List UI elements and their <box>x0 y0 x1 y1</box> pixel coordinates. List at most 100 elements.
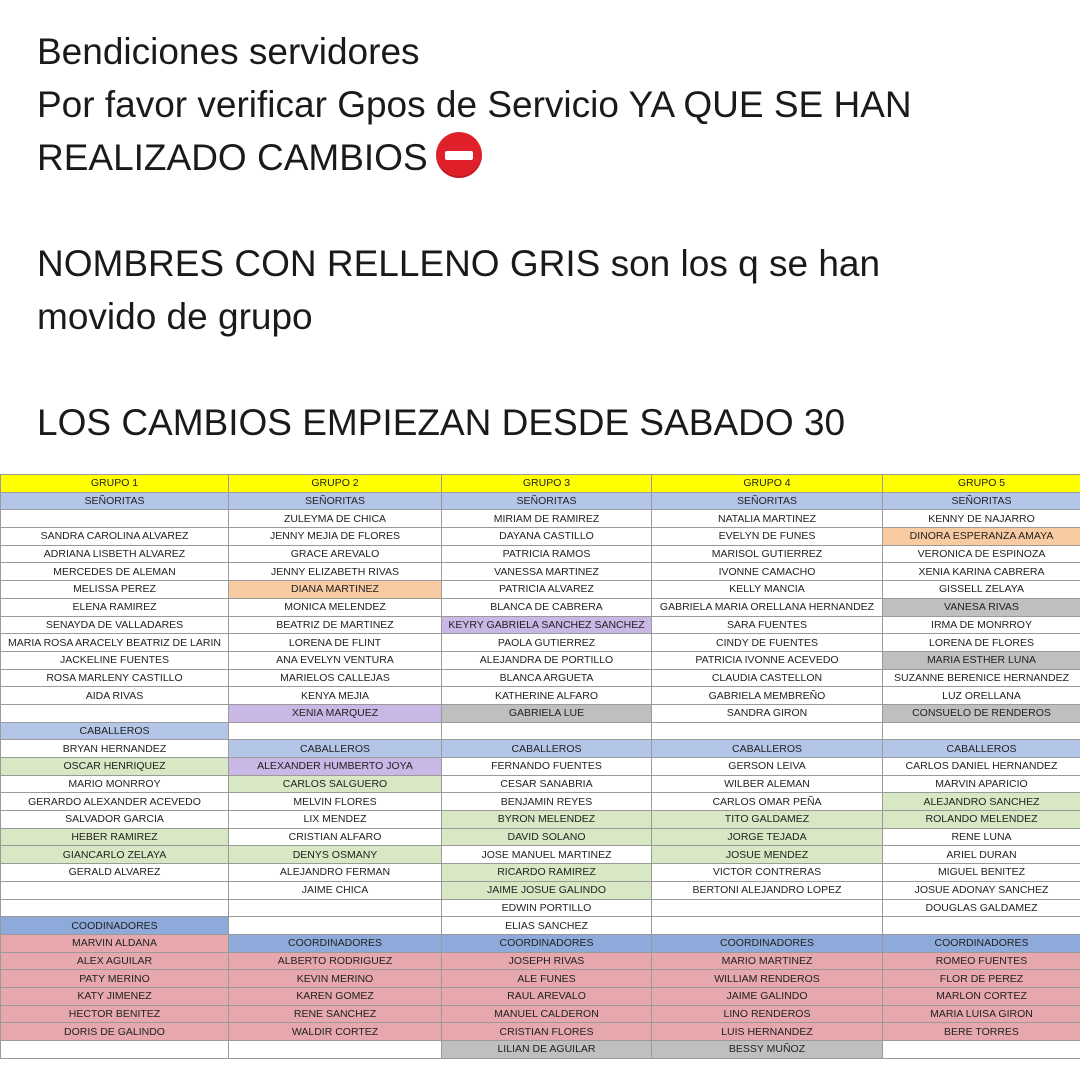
table-cell: MARVIN APARICIO <box>882 774 1080 794</box>
table-row: MERCEDES DE ALEMAN JENNY ELIZABETH RIVAS V… <box>0 562 1080 582</box>
no-entry-icon <box>435 132 482 178</box>
table-row: COODINADORES ELIAS SANCHEZ <box>0 916 1080 935</box>
table-cell <box>0 703 229 723</box>
table-cell: CARLOS SALGUERO <box>228 774 442 794</box>
table-cell: GABRIELA MEMBREÑO <box>651 686 883 705</box>
table-cell <box>0 509 229 529</box>
table-row: SEÑORITAS SEÑORITAS SEÑORITAS SEÑORITAS SEÑO… <box>0 491 1080 511</box>
table-cell: ROSA MARLENY CASTILLO <box>0 668 229 688</box>
table-cell: LORENA DE FLINT <box>228 633 442 652</box>
table-cell: JOSUE ADONAY SANCHEZ <box>882 880 1080 900</box>
table-cell: HEBER RAMIREZ <box>0 827 229 847</box>
table-cell: CONSUELO DE RENDEROS <box>882 703 1080 723</box>
table-cell: JAIME CHICA <box>228 880 442 900</box>
message-line-2: Por favor verificar Gpos de Servicio YA … <box>37 84 912 125</box>
table-cell: SUZANNE BERENICE HERNANDEZ <box>882 668 1080 688</box>
table-cell: COORDINADORES <box>882 933 1080 953</box>
table-row: ELENA RAMIREZ MONICA MELENDEZ BLANCA DE CA… <box>0 597 1080 617</box>
table-cell: CRISTIAN ALFARO <box>228 827 442 847</box>
table-cell: JAIME GALINDO <box>651 986 883 1006</box>
table-cell <box>228 898 442 918</box>
table-cell: PATY MERINO <box>0 969 229 988</box>
table-row: SENAYDA DE VALLADARES BEATRIZ DE MARTINEZ… <box>0 615 1080 635</box>
table-cell: AIDA RIVAS <box>0 686 229 705</box>
table-cell: ALBERTO RODRIGUEZ <box>228 951 442 971</box>
table-row: PATY MERINO KEVIN MERINO ALE FUNES WILLIAM … <box>0 969 1080 988</box>
message-line-3-text: REALIZADO CAMBIOS <box>37 137 428 178</box>
table-cell: MIRIAM DE RAMIREZ <box>441 509 652 529</box>
table-cell: ZULEYMA DE CHICA <box>228 509 442 529</box>
table-cell: JOSEPH RIVAS <box>441 951 652 971</box>
table-cell: LORENA DE FLORES <box>882 633 1080 652</box>
table-cell: BRYAN HERNANDEZ <box>0 739 229 758</box>
table-row: EDWIN PORTILLO DOUGLAS GALDAMEZ <box>0 898 1080 918</box>
table-cell: JORGE TEJADA <box>651 827 883 847</box>
table-cell: MONICA MELENDEZ <box>228 597 442 617</box>
table-cell: GRACE AREVALO <box>228 544 442 564</box>
table-cell: PATRICIA RAMOS <box>441 544 652 564</box>
table-row: CABALLEROS <box>0 721 1080 741</box>
table-row: ROSA MARLENY CASTILLO MARIELOS CALLEJAS BL… <box>0 668 1080 688</box>
table-cell: MANUEL CALDERON <box>441 1004 652 1024</box>
table-cell: CLAUDIA CASTELLON <box>651 668 883 688</box>
table-cell: XENIA MARQUEZ <box>228 703 442 723</box>
table-cell: JAIME JOSUE GALINDO <box>441 880 652 900</box>
table-cell: DENYS OSMANY <box>228 845 442 865</box>
table-cell: LUIS HERNANDEZ <box>651 1022 883 1041</box>
table-row: HECTOR BENITEZ RENE SANCHEZ MANUEL CALDERO… <box>0 1004 1080 1024</box>
table-cell: GRUPO 1 <box>0 474 229 493</box>
table-cell: KENYA MEJIA <box>228 686 442 705</box>
table-cell: ALE FUNES <box>441 969 652 988</box>
table-cell: SENAYDA DE VALLADARES <box>0 615 229 635</box>
table-cell: VANESA RIVAS <box>882 597 1080 617</box>
table-cell: JACKELINE FUENTES <box>0 650 229 670</box>
table-cell: KEVIN MERINO <box>228 969 442 988</box>
table-cell: SALVADOR GARCIA <box>0 810 229 829</box>
table-cell: DAYANA CASTILLO <box>441 527 652 546</box>
table-cell: DORIS DE GALINDO <box>0 1022 229 1041</box>
message-text: Bendiciones servidores Por favor verific… <box>37 25 1057 449</box>
table-row: GERALD ALVAREZ ALEJANDRO FERMAN RICARDO RA… <box>0 863 1080 882</box>
table-cell: DOUGLAS GALDAMEZ <box>882 898 1080 918</box>
table-cell: SANDRA GIRON <box>651 703 883 723</box>
table-cell: VERONICA DE ESPINOZA <box>882 544 1080 564</box>
table-cell: MARVIN ALDANA <box>0 933 229 953</box>
table-cell: COODINADORES <box>0 916 229 935</box>
table-cell: MELVIN FLORES <box>228 792 442 812</box>
table-cell: BERE TORRES <box>882 1022 1080 1041</box>
table-cell: RENE SANCHEZ <box>228 1004 442 1024</box>
table-row: MELISSA PEREZ DIANA MARTINEZ PATRICIA ALVA… <box>0 580 1080 599</box>
table-cell: CRISTIAN FLORES <box>441 1022 652 1041</box>
table-cell: LUZ ORELLANA <box>882 686 1080 705</box>
table-cell: GISSELL ZELAYA <box>882 580 1080 599</box>
table-cell: KEYRY GABRIELA SANCHEZ SANCHEZ <box>441 615 652 635</box>
table-row: GIANCARLO ZELAYA DENYS OSMANY JOSE MANUEL … <box>0 845 1080 865</box>
table-cell: LILIAN DE AGUILAR <box>441 1040 652 1059</box>
table-cell: MERCEDES DE ALEMAN <box>0 562 229 582</box>
table-cell: VANESSA MARTINEZ <box>441 562 652 582</box>
table-cell: IVONNE CAMACHO <box>651 562 883 582</box>
message-line-5: movido de grupo <box>37 296 313 337</box>
table-body: GRUPO 1 GRUPO 2 GRUPO 3 GRUPO 4 GRUPO 5 SEÑOR… <box>0 474 1080 1059</box>
table-cell: IRMA DE MONRROY <box>882 615 1080 635</box>
table-row: GERARDO ALEXANDER ACEVEDO MELVIN FLORES BE… <box>0 792 1080 812</box>
table-cell: GERALD ALVAREZ <box>0 863 229 882</box>
table-cell: DAVID SOLANO <box>441 827 652 847</box>
table-cell: PATRICIA IVONNE ACEVEDO <box>651 650 883 670</box>
table-cell <box>0 898 229 918</box>
table-row: HEBER RAMIREZ CRISTIAN ALFARO DAVID SOLANO… <box>0 827 1080 847</box>
table-cell: BENJAMIN REYES <box>441 792 652 812</box>
table-cell: CINDY DE FUENTES <box>651 633 883 652</box>
table-cell: ROMEO FUENTES <box>882 951 1080 971</box>
service-groups-table: GRUPO 1 GRUPO 2 GRUPO 3 GRUPO 4 GRUPO 5 SEÑOR… <box>0 474 1080 1059</box>
table-cell <box>0 1040 229 1059</box>
table-cell <box>441 721 652 741</box>
table-row: SALVADOR GARCIA LIX MENDEZ BYRON MELENDEZ T… <box>0 810 1080 829</box>
table-cell: SEÑORITAS <box>882 491 1080 511</box>
table-row: BRYAN HERNANDEZ CABALLEROS CABALLEROS CABAL… <box>0 739 1080 758</box>
table-cell: ROLANDO MELENDEZ <box>882 810 1080 829</box>
table-cell: MARLON CORTEZ <box>882 986 1080 1006</box>
table-cell: ALEXANDER HUMBERTO JOYA <box>228 757 442 776</box>
table-row: SANDRA CAROLINA ALVAREZ JENNY MEJIA DE FL… <box>0 527 1080 546</box>
table-cell <box>0 880 229 900</box>
